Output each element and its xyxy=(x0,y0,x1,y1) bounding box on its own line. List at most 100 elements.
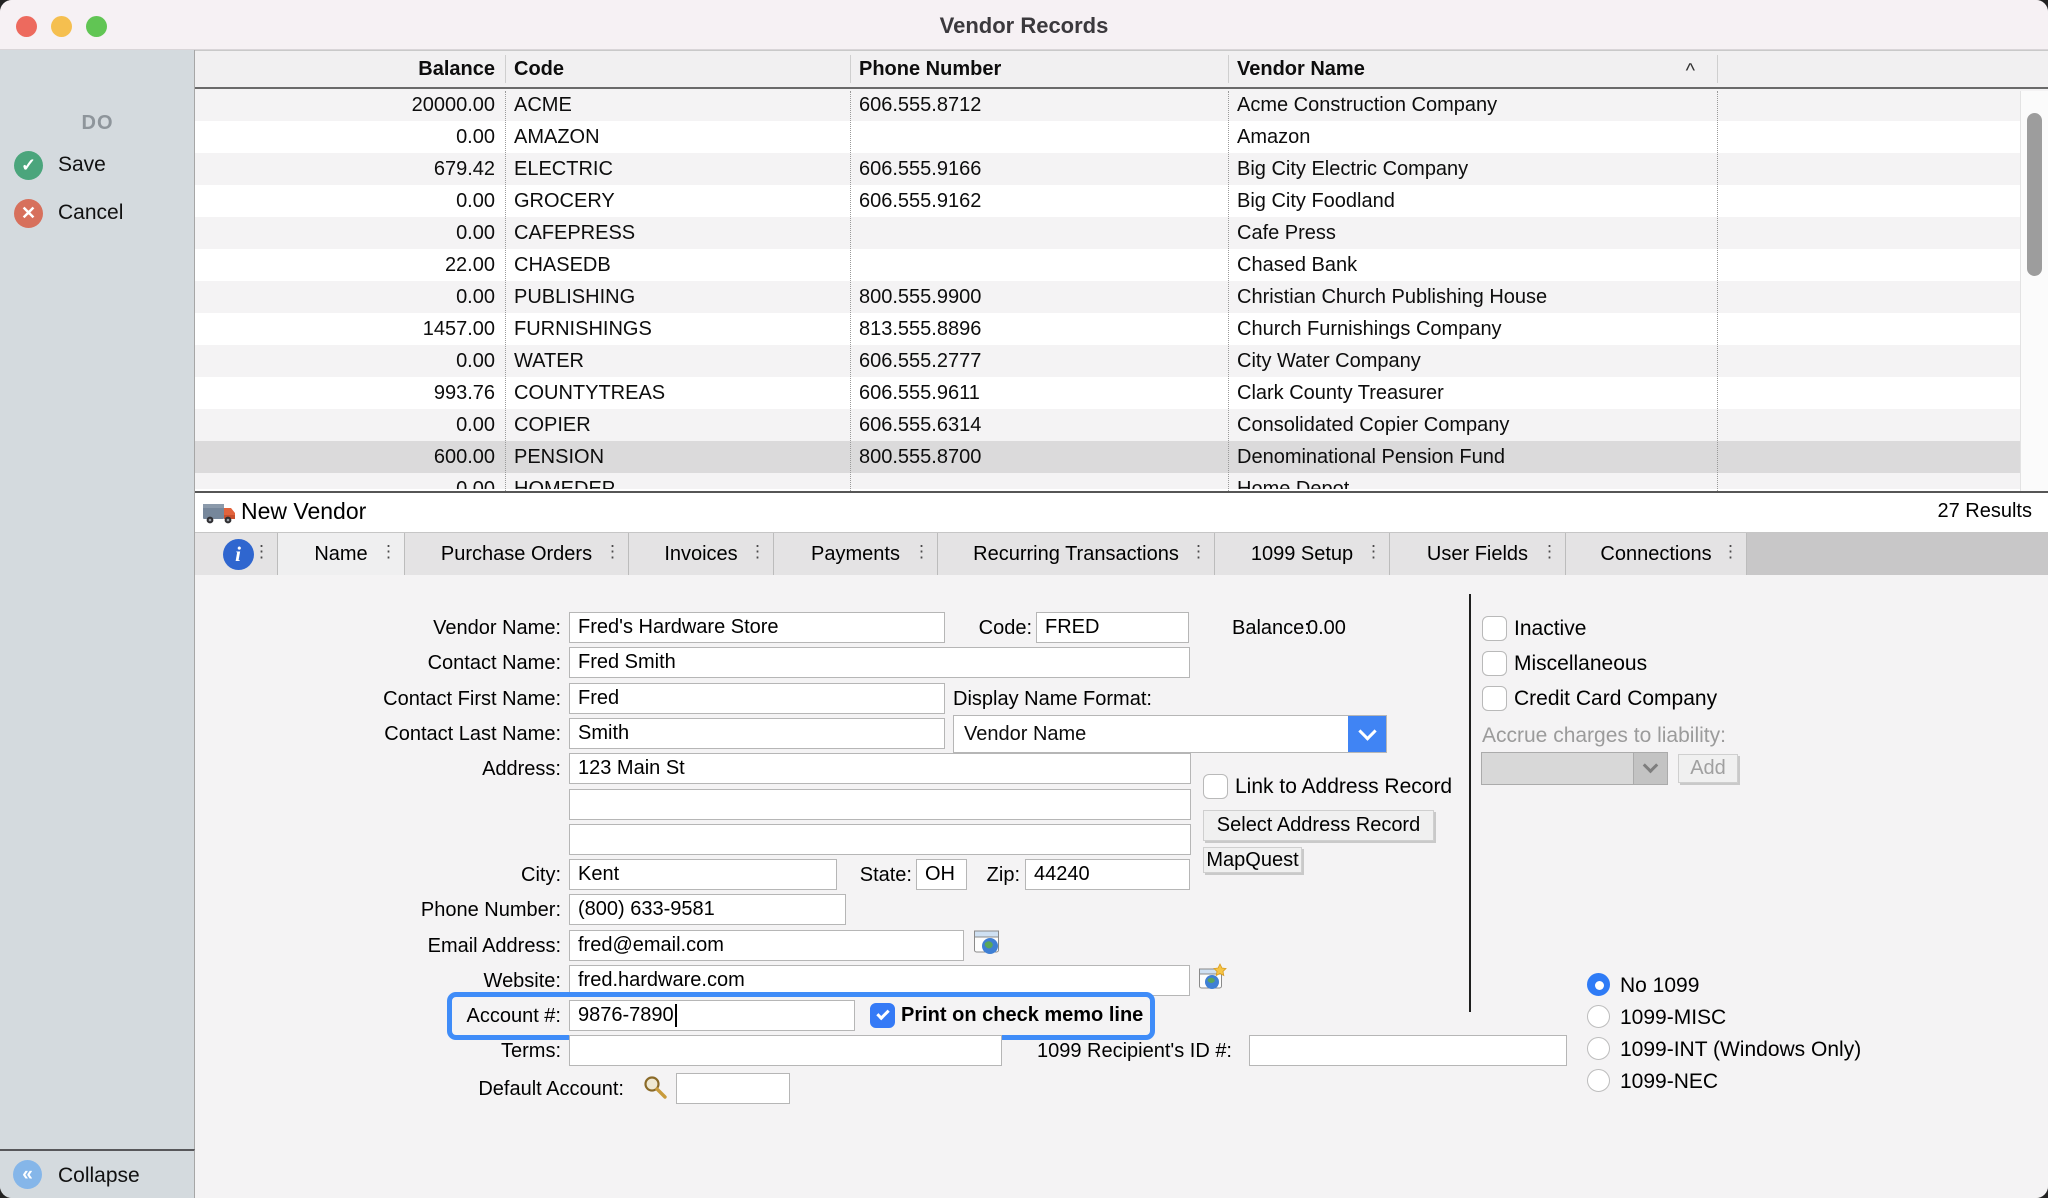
contact-last-name-field[interactable]: Smith xyxy=(569,718,945,749)
link-to-address-checkbox[interactable] xyxy=(1203,774,1228,799)
info-icon: i xyxy=(223,539,254,570)
credit-card-company-label: Credit Card Company xyxy=(1514,687,1717,711)
sort-ascending-icon: ^ xyxy=(1686,60,1695,83)
table-row[interactable]: 0.00 AMAZON Amazon xyxy=(195,121,2048,153)
action-sidebar: DO ✓ Save ✕ Cancel xyxy=(0,50,195,1149)
column-divider xyxy=(1717,91,1718,491)
table-row[interactable]: 22.00 CHASEDB Chased Bank xyxy=(195,249,2048,281)
collapse-button[interactable]: « Collapse xyxy=(0,1149,195,1198)
tab-bar: i ⋮ Name ⋮ Purchase Orders ⋮ Invoices ⋮ … xyxy=(195,533,2048,575)
table-row[interactable]: 0.00 GROCERY 606.555.9162 Big City Foodl… xyxy=(195,185,2048,217)
tab-menu-icon[interactable]: ⋮ xyxy=(1541,542,1558,562)
table-row[interactable]: 1457.00 FURNISHINGS 813.555.8896 Church … xyxy=(195,313,2048,345)
default-account-field[interactable] xyxy=(676,1073,790,1104)
inactive-checkbox[interactable] xyxy=(1482,616,1507,641)
display-name-format-select[interactable]: Vendor Name xyxy=(953,715,1387,753)
1099-nec-radio[interactable] xyxy=(1587,1069,1610,1092)
cancel-button[interactable]: ✕ Cancel xyxy=(0,198,195,230)
address-line1-field[interactable]: 123 Main St xyxy=(569,753,1191,784)
table-row[interactable]: 0.00 HOMEDEP Home Depot xyxy=(195,473,2048,489)
tab-menu-icon[interactable]: ⋮ xyxy=(1365,542,1382,562)
contact-name-field[interactable]: Fred Smith xyxy=(569,647,1190,678)
email-address-field[interactable]: fred@email.com xyxy=(569,930,964,961)
cancel-x-icon: ✕ xyxy=(14,199,43,228)
tab-purchase-orders[interactable]: Purchase Orders ⋮ xyxy=(405,533,629,575)
main-area: Balance Code Phone Number Vendor Name ^ … xyxy=(195,50,2048,1198)
tab-name[interactable]: Name ⋮ xyxy=(278,533,405,575)
save-button[interactable]: ✓ Save xyxy=(0,150,195,182)
column-header-vendor-name[interactable]: Vendor Name ^ xyxy=(1228,58,1717,81)
select-address-record-button[interactable]: Select Address Record xyxy=(1203,810,1434,841)
1099-int-label: 1099-INT (Windows Only) xyxy=(1620,1038,1861,1062)
table-row[interactable]: 20000.00 ACME 606.555.8712 Acme Construc… xyxy=(195,89,2048,121)
link-to-address-label: Link to Address Record xyxy=(1235,775,1452,799)
tab-info[interactable]: i ⋮ xyxy=(199,533,278,575)
mapquest-button[interactable]: MapQuest xyxy=(1203,847,1302,873)
scrollbar-thumb[interactable] xyxy=(2027,113,2042,276)
balance-label: Balance: xyxy=(1232,615,1310,641)
tab-connections[interactable]: Connections ⋮ xyxy=(1566,533,1747,575)
column-header-code[interactable]: Code xyxy=(505,58,850,81)
address-line3-field[interactable] xyxy=(569,824,1191,855)
table-row[interactable]: 600.00 PENSION 800.555.8700 Denomination… xyxy=(195,441,2048,473)
no-1099-radio[interactable] xyxy=(1587,973,1610,996)
recipient-id-field[interactable] xyxy=(1249,1035,1567,1066)
chevron-down-icon[interactable] xyxy=(1348,716,1386,752)
chevron-down-icon xyxy=(1633,753,1667,784)
tab-1099-setup[interactable]: 1099 Setup ⋮ xyxy=(1215,533,1390,575)
sidebar-section-label: DO xyxy=(0,112,195,135)
tab-menu-icon[interactable]: ⋮ xyxy=(1722,542,1739,562)
1099-misc-radio[interactable] xyxy=(1587,1005,1610,1028)
account-lookup-icon[interactable] xyxy=(642,1074,669,1106)
phone-number-field[interactable]: (800) 633-9581 xyxy=(569,894,846,925)
zip-field[interactable]: 44240 xyxy=(1025,859,1190,890)
table-row[interactable]: 0.00 WATER 606.555.2777 City Water Compa… xyxy=(195,345,2048,377)
city-label: City: xyxy=(195,862,561,888)
account-number-field[interactable]: 9876-7890 xyxy=(569,1000,855,1031)
email-address-label: Email Address: xyxy=(195,933,561,959)
table-scrollbar[interactable] xyxy=(2020,91,2048,491)
text-cursor xyxy=(675,1004,677,1027)
vendor-name-field[interactable]: Fred's Hardware Store xyxy=(569,612,945,643)
table-row[interactable]: 0.00 CAFEPRESS Cafe Press xyxy=(195,217,2048,249)
1099-nec-label: 1099-NEC xyxy=(1620,1070,1718,1094)
1099-int-radio[interactable] xyxy=(1587,1037,1610,1060)
website-label: Website: xyxy=(195,968,561,994)
tab-user-fields[interactable]: User Fields ⋮ xyxy=(1390,533,1566,575)
table-row[interactable]: 679.42 ELECTRIC 606.555.9166 Big City El… xyxy=(195,153,2048,185)
column-divider xyxy=(505,91,506,491)
tab-menu-icon[interactable]: ⋮ xyxy=(604,542,621,562)
open-website-icon[interactable] xyxy=(1198,963,1227,997)
contact-first-name-field[interactable]: Fred xyxy=(569,683,945,714)
send-email-icon[interactable] xyxy=(973,928,1002,962)
tab-menu-icon[interactable]: ⋮ xyxy=(1190,542,1207,562)
tab-invoices[interactable]: Invoices ⋮ xyxy=(629,533,774,575)
column-divider xyxy=(850,91,851,491)
address-line2-field[interactable] xyxy=(569,789,1191,820)
tab-menu-icon[interactable]: ⋮ xyxy=(380,542,397,562)
website-field[interactable]: fred.hardware.com xyxy=(569,965,1190,996)
terms-field[interactable] xyxy=(569,1035,1002,1066)
account-number-label: Account #: xyxy=(195,1003,561,1029)
code-field[interactable]: FRED xyxy=(1036,612,1189,643)
panel-divider xyxy=(1469,594,1471,1012)
column-divider xyxy=(1228,91,1229,491)
tab-recurring-transactions[interactable]: Recurring Transactions ⋮ xyxy=(938,533,1215,575)
table-row[interactable]: 0.00 PUBLISHING 800.555.9900 Christian C… xyxy=(195,281,2048,313)
tab-menu-icon[interactable]: ⋮ xyxy=(749,542,766,562)
tab-menu-icon[interactable]: ⋮ xyxy=(253,542,270,562)
print-memo-label: Print on check memo line xyxy=(901,1004,1143,1027)
miscellaneous-checkbox[interactable] xyxy=(1482,651,1507,676)
balance-value: 0.00 xyxy=(1307,615,1346,641)
column-header-balance[interactable]: Balance xyxy=(195,58,505,81)
add-liability-button[interactable]: Add xyxy=(1678,754,1738,783)
print-memo-checkbox[interactable] xyxy=(870,1003,895,1028)
tab-payments[interactable]: Payments ⋮ xyxy=(774,533,938,575)
table-row[interactable]: 993.76 COUNTYTREAS 606.555.9611 Clark Co… xyxy=(195,377,2048,409)
tab-menu-icon[interactable]: ⋮ xyxy=(913,542,930,562)
column-header-phone[interactable]: Phone Number xyxy=(850,58,1228,81)
contact-first-name-label: Contact First Name: xyxy=(195,686,561,712)
credit-card-company-checkbox[interactable] xyxy=(1482,686,1507,711)
table-row[interactable]: 0.00 COPIER 606.555.6314 Consolidated Co… xyxy=(195,409,2048,441)
accrue-liability-select[interactable] xyxy=(1481,752,1668,785)
